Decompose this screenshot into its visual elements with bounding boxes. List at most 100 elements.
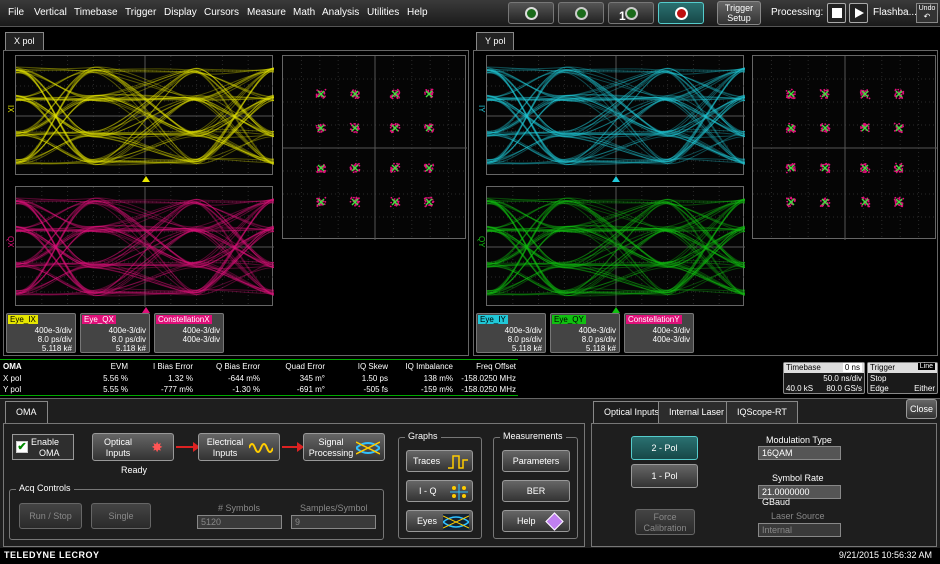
eyes-button[interactable]: Eyes — [406, 510, 473, 532]
flashback-label[interactable]: Flashba... — [873, 7, 917, 18]
single-button[interactable]: Single — [91, 503, 151, 529]
descriptor-name: ConstellationX — [156, 315, 212, 324]
table-row: Y pol 5.55 % -777 m% -1.30 % -691 m° -50… — [0, 385, 518, 396]
menu-measure[interactable]: Measure — [247, 7, 286, 18]
force-calibration-button[interactable]: Force Calibration — [635, 509, 695, 535]
descriptor-name: Eye_QX — [82, 315, 116, 324]
table-row: X pol 5.56 % 1.32 % -644 m% 345 m° 1.50 … — [0, 374, 518, 385]
eye-diagram-icon — [356, 441, 380, 455]
two-pol-button[interactable]: 2 - Pol — [631, 436, 698, 460]
symbols-field[interactable]: 5120 — [197, 515, 282, 529]
symbol-rate-field[interactable]: 21.0000000 GBaud — [758, 485, 841, 507]
eye-ix-plot — [16, 56, 274, 176]
menu-utilities[interactable]: Utilities — [367, 7, 399, 18]
optical-inputs-button[interactable]: Optical Inputs ✸ — [92, 433, 174, 461]
trigger-single-button[interactable]: 1 — [608, 2, 654, 24]
trigger-normal-button[interactable] — [558, 2, 604, 24]
processing-play-button[interactable] — [849, 3, 868, 23]
descriptor-constellation-y[interactable]: ConstellationY 400e-3/div 400e-3/div — [624, 313, 694, 353]
timebase-offset: 0 ns — [842, 363, 862, 372]
processing-stop-button[interactable] — [827, 3, 846, 23]
tab-x-pol[interactable]: X pol — [5, 32, 44, 50]
tab-y-pol[interactable]: Y pol — [476, 32, 515, 50]
constellation-icon — [450, 484, 468, 500]
descriptor-constellation-x[interactable]: ConstellationX 400e-3/div 400e-3/div — [154, 313, 224, 353]
descriptor-eye-qx[interactable]: Eye_QX 400e-3/div 8.0 ps/div 5.118 k# — [80, 313, 150, 353]
acq-controls-title: Acq Controls — [16, 483, 74, 493]
undo-button[interactable]: Undo ↶ — [916, 3, 938, 23]
enable-oma-checkbox[interactable]: ✔ Enable OMA — [12, 434, 74, 460]
menu-display[interactable]: Display — [164, 7, 197, 18]
one-pol-button[interactable]: 1 - Pol — [631, 464, 698, 488]
descriptor-value: 400e-3/div — [182, 326, 220, 335]
trigger-auto-button[interactable] — [508, 2, 554, 24]
trigger-mode-badge: Line — [917, 363, 935, 370]
descriptor-name: Eye_IX — [8, 315, 38, 324]
trigger-stop-button[interactable] — [658, 2, 704, 24]
descriptor-value: 8.0 ps/div — [581, 335, 616, 344]
traces-button[interactable]: Traces — [406, 450, 473, 472]
descriptor-eye-iy[interactable]: Eye_IY 400e-3/div 8.0 ps/div 5.118 k# — [476, 313, 546, 353]
table-cell: -505 fs — [363, 385, 388, 394]
menu-help[interactable]: Help — [407, 7, 428, 18]
electrical-inputs-label-2: Inputs — [212, 448, 238, 458]
table-cell: -158.0250 MHz — [461, 374, 516, 383]
table-cell: 138 m% — [423, 374, 453, 383]
table-header-row: OMA EVM I Bias Error Q Bias Error Quad E… — [0, 362, 518, 373]
stop-icon — [832, 8, 842, 18]
iq-button[interactable]: I - Q — [406, 480, 473, 502]
signal-processing-label-2: Processing — [308, 448, 354, 458]
iq-label: I - Q — [419, 486, 437, 496]
run-stop-button[interactable]: Run / Stop — [19, 503, 82, 529]
samples-field[interactable]: 9 — [291, 515, 376, 529]
menu-vertical[interactable]: Vertical — [34, 7, 67, 18]
menu-analysis[interactable]: Analysis — [322, 7, 359, 18]
signal-processing-button[interactable]: Signal Processing — [303, 433, 385, 461]
play-icon — [855, 8, 864, 18]
iy-trace-label: IY — [477, 105, 486, 113]
ix-trace-label: IX — [6, 105, 15, 113]
descriptor-eye-qy[interactable]: Eye_QY 400e-3/div 8.0 ps/div 5.118 k# — [550, 313, 620, 353]
menu-math[interactable]: Math — [293, 7, 315, 18]
datetime: 9/21/2015 10:56:32 AM — [838, 550, 932, 560]
table-cell: 345 m° — [299, 374, 325, 383]
help-button[interactable]: Help — [502, 510, 570, 532]
ber-button[interactable]: BER — [502, 480, 570, 502]
parameters-button[interactable]: Parameters — [502, 450, 570, 472]
timebase-samples: 40.0 kS — [786, 384, 814, 393]
timebase-descriptor[interactable]: Timebase 0 ns 50.0 ns/div 40.0 kS 80.0 G… — [783, 362, 865, 394]
enable-label: Enable — [31, 437, 60, 447]
table-header: Quad Error — [285, 362, 325, 371]
menu-file[interactable]: File — [8, 7, 24, 18]
table-cell: 1.32 % — [168, 374, 193, 383]
tab-oma[interactable]: OMA — [5, 401, 48, 423]
tab-internal-laser[interactable]: Internal Laser — [658, 401, 736, 423]
laser-source-select[interactable]: Internal — [758, 523, 841, 537]
constellation-x-plot — [283, 56, 467, 240]
table-cell: -691 m° — [296, 385, 325, 394]
measurements-title: Measurements — [500, 431, 566, 441]
descriptor-eye-ix[interactable]: Eye_IX 400e-3/div 8.0 ps/div 5.118 k# — [6, 313, 76, 353]
trigger-setup-button[interactable]: Trigger Setup — [717, 1, 761, 25]
electrical-inputs-button[interactable]: Electrical Inputs — [198, 433, 280, 461]
modulation-type-select[interactable]: 16QAM — [758, 446, 841, 460]
tab-iqscope-rt[interactable]: IQScope-RT — [726, 401, 798, 423]
samples-label: Samples/Symbol — [300, 503, 368, 513]
eye-qx-plot — [16, 187, 274, 307]
close-button[interactable]: Close — [906, 399, 937, 419]
table-cell: -1.30 % — [232, 385, 260, 394]
sine-wave-icon — [249, 443, 273, 453]
table-cell: 5.56 % — [103, 374, 128, 383]
table-cell: -644 m% — [227, 374, 260, 383]
enable-label-2: OMA — [39, 448, 60, 458]
descriptor-value: 8.0 ps/div — [111, 335, 146, 344]
menu-timebase[interactable]: Timebase — [74, 7, 118, 18]
menu-cursors[interactable]: Cursors — [204, 7, 239, 18]
eye-qy-grid — [486, 186, 745, 307]
table-cell: -158.0250 MHz — [461, 385, 516, 394]
descriptor-value: 400e-3/div — [652, 335, 690, 344]
qy-trace-label: QY — [477, 236, 486, 248]
menu-trigger[interactable]: Trigger — [125, 7, 156, 18]
timebase-scale: 50.0 ns/div — [823, 374, 862, 383]
trigger-descriptor[interactable]: Trigger Line Stop Edge Either — [867, 362, 938, 394]
